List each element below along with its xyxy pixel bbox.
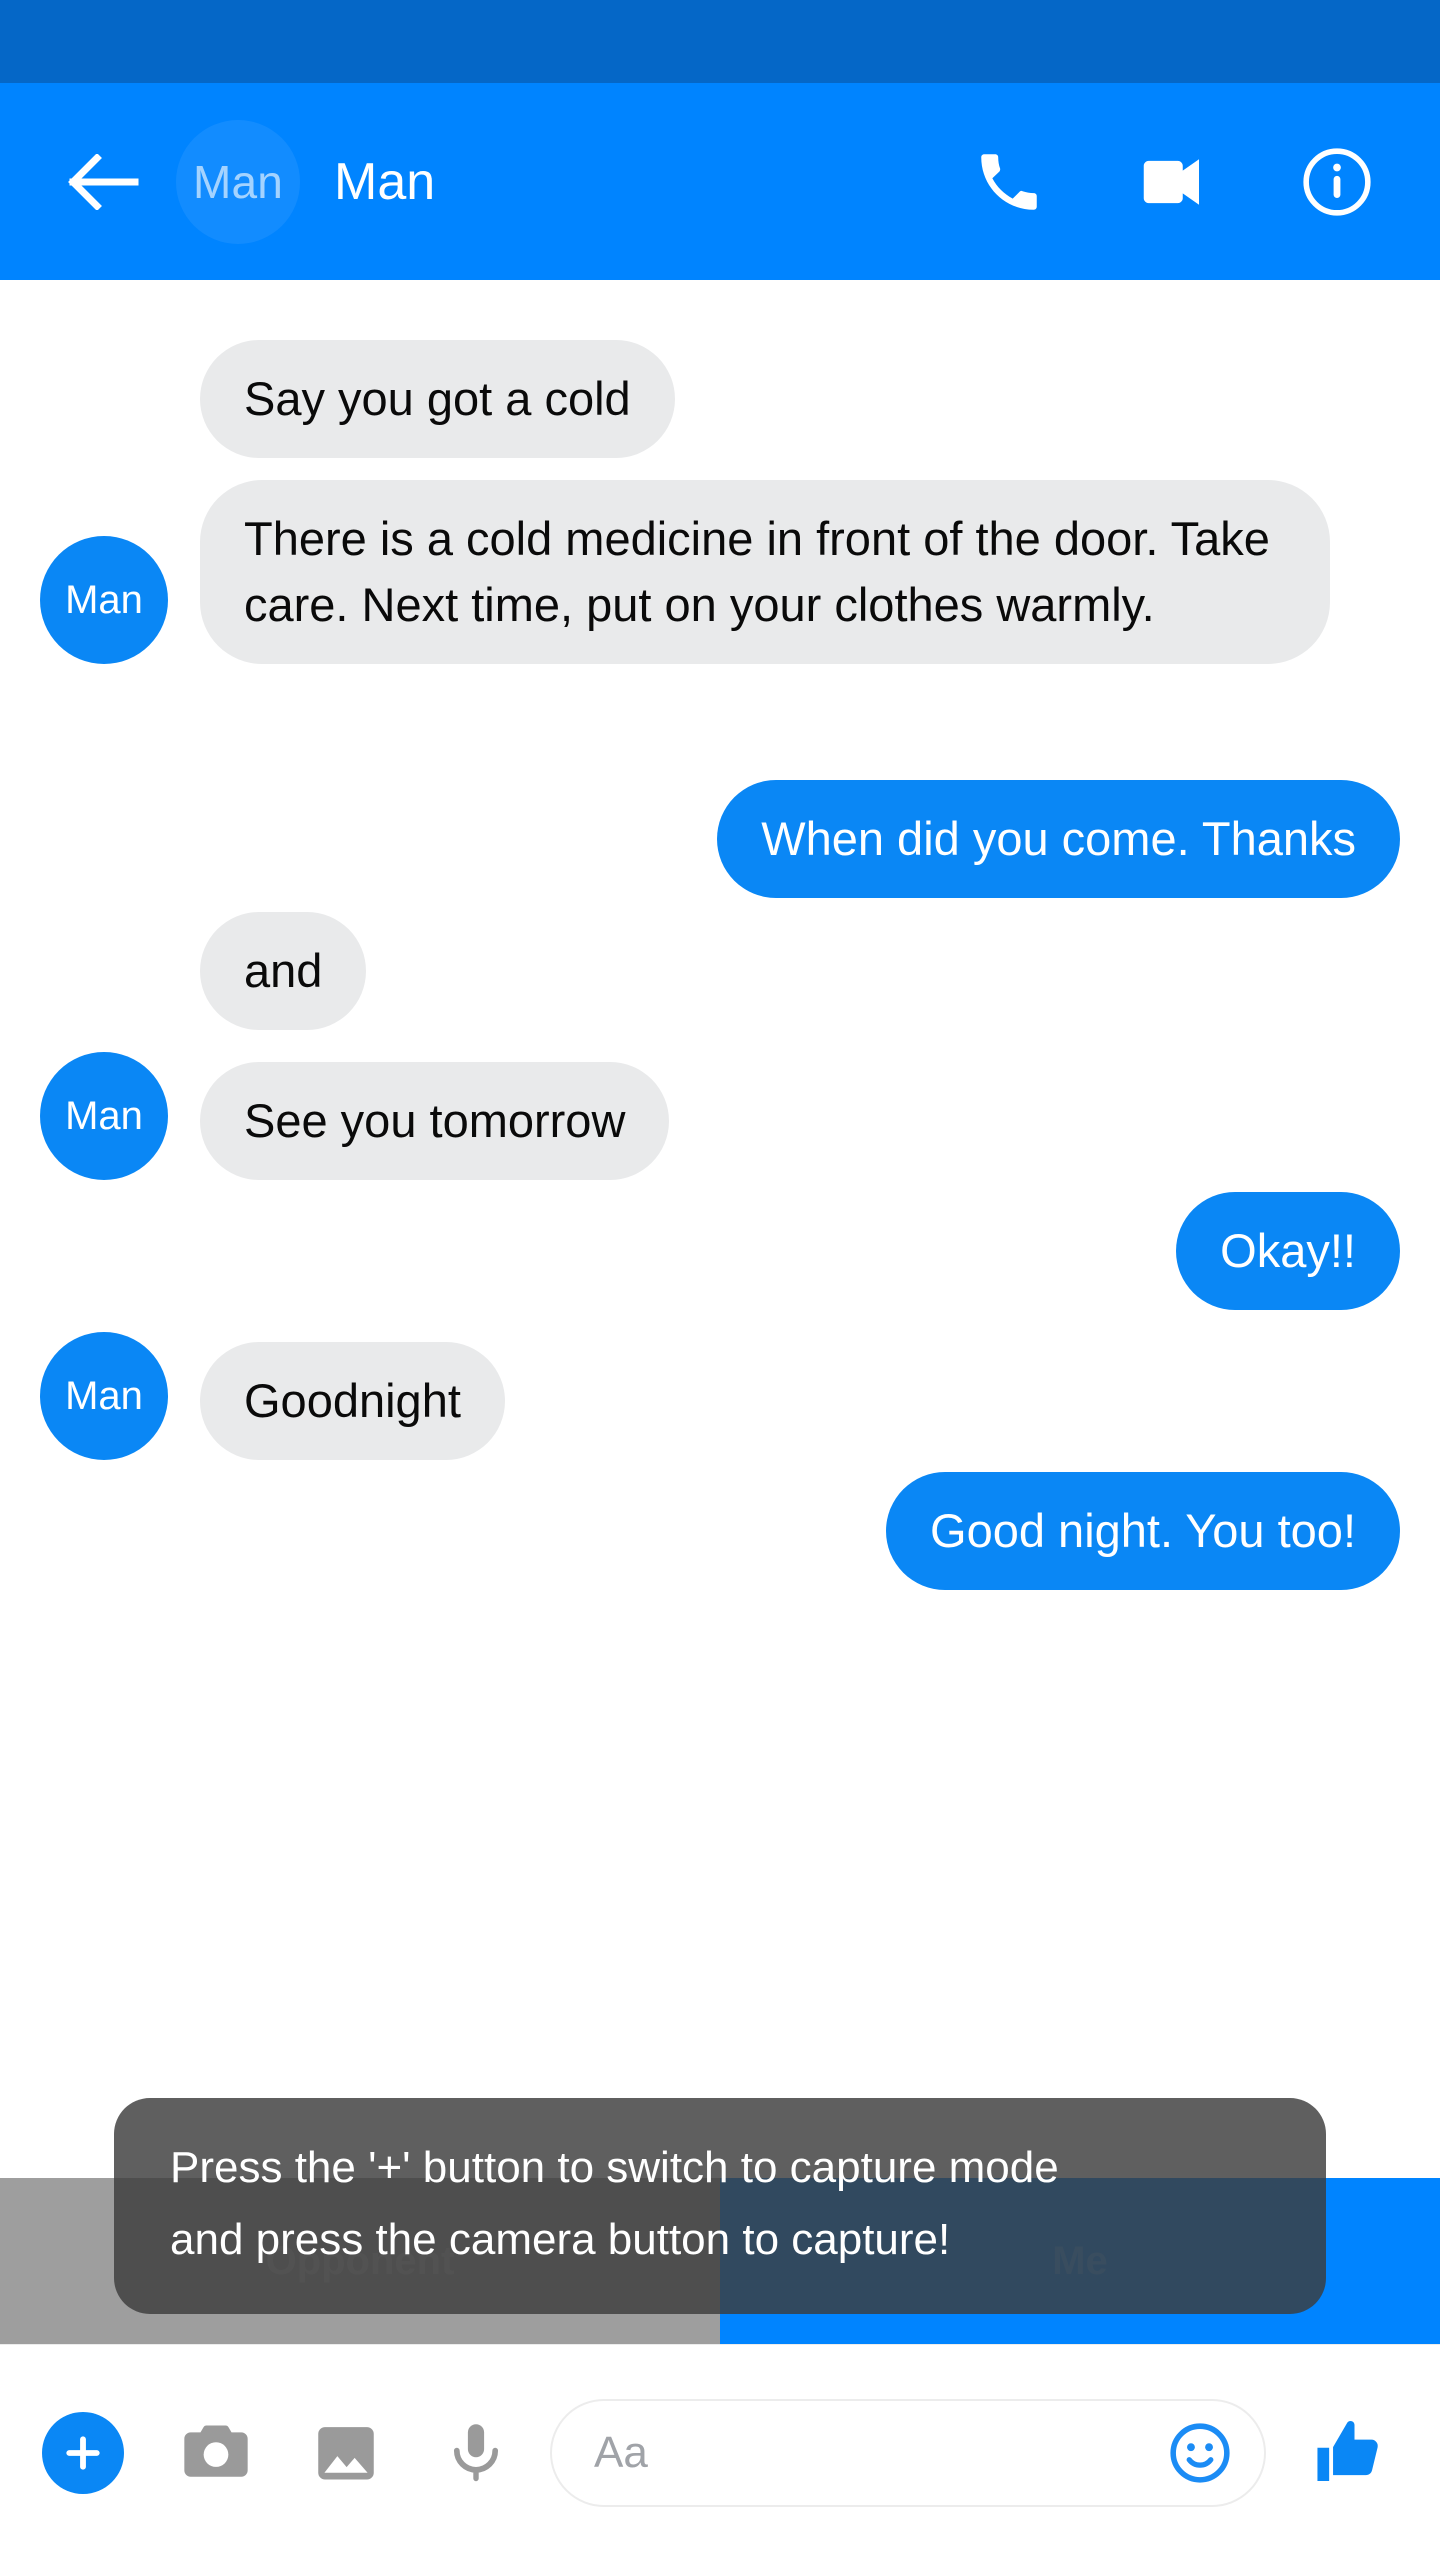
message-row-1: Say you got a cold [40,340,675,458]
message-thread[interactable]: Say you got a cold Man There is a cold m… [0,280,1440,2140]
plus-icon [66,2435,100,2470]
microphone-icon [453,2423,499,2481]
avatar-spacer [40,457,168,458]
send-like-button[interactable] [1288,2399,1408,2507]
message-composer: Aa [0,2344,1440,2560]
toast-line-2: and press the camera button to capture! [170,2215,951,2264]
message-row-8: Good night. You too! [886,1472,1400,1590]
message-input-wrapper[interactable]: Aa [550,2398,1266,2507]
camera-icon [184,2424,248,2477]
video-camera-icon [1143,158,1199,205]
message-row-7: Man Goodnight [40,1332,505,1460]
avatar-label: Man [65,1093,143,1138]
info-circle-icon [1303,147,1371,216]
chat-header: Man Man [0,83,1440,280]
conversation-info-button[interactable] [1300,145,1374,219]
message-bubble[interactable]: Say you got a cold [200,340,675,458]
message-row-3: When did you come. Thanks [717,780,1400,898]
message-input-placeholder: Aa [594,2427,648,2477]
back-arrow-icon [68,153,139,210]
message-bubble[interactable]: Good night. You too! [886,1472,1400,1590]
video-call-button[interactable] [1134,143,1212,221]
phone-icon [981,153,1037,210]
messenger-chat-screen: Man Man Say you got a cold Man There is … [0,0,1440,2560]
message-bubble[interactable]: There is a cold medicine in front of the… [200,480,1330,664]
avatar[interactable]: Man [40,536,168,664]
back-button[interactable] [48,153,158,210]
avatar[interactable]: Man [40,1052,168,1180]
page-title: Man [334,152,436,211]
message-bubble[interactable]: Okay!! [1176,1192,1400,1310]
expand-actions-button[interactable] [42,2411,124,2494]
header-avatar-label: Man [192,155,284,208]
thumbs-up-icon [1317,2420,1378,2481]
camera-button[interactable] [168,2405,264,2501]
message-row-5: Man See you tomorrow [40,1052,670,1180]
message-row-2: Man There is a cold medicine in front of… [40,480,1330,664]
smiley-icon [1170,2422,1230,2483]
avatar-label: Man [65,577,143,622]
status-bar [0,0,1440,83]
message-bubble[interactable]: When did you come. Thanks [717,780,1400,898]
message-bubble[interactable]: and [200,912,367,1030]
message-bubble[interactable]: Goodnight [200,1342,505,1460]
voice-call-button[interactable] [972,145,1046,219]
message-row-6: Okay!! [1176,1192,1400,1310]
toast-line-1: Press the '+' button to switch to captur… [170,2143,1059,2192]
emoji-picker-button[interactable] [1162,2415,1238,2491]
gallery-button[interactable] [298,2405,394,2501]
image-icon [318,2426,374,2480]
capture-hint-toast: Press the '+' button to switch to captur… [114,2098,1326,2314]
header-actions [884,143,1440,221]
message-row-4: and [40,912,367,1030]
header-avatar[interactable]: Man [176,119,300,244]
avatar[interactable]: Man [40,1332,168,1460]
avatar-label: Man [65,1373,143,1418]
voice-record-button[interactable] [428,2405,524,2501]
avatar-spacer [40,1029,168,1030]
message-bubble[interactable]: See you tomorrow [200,1062,670,1180]
